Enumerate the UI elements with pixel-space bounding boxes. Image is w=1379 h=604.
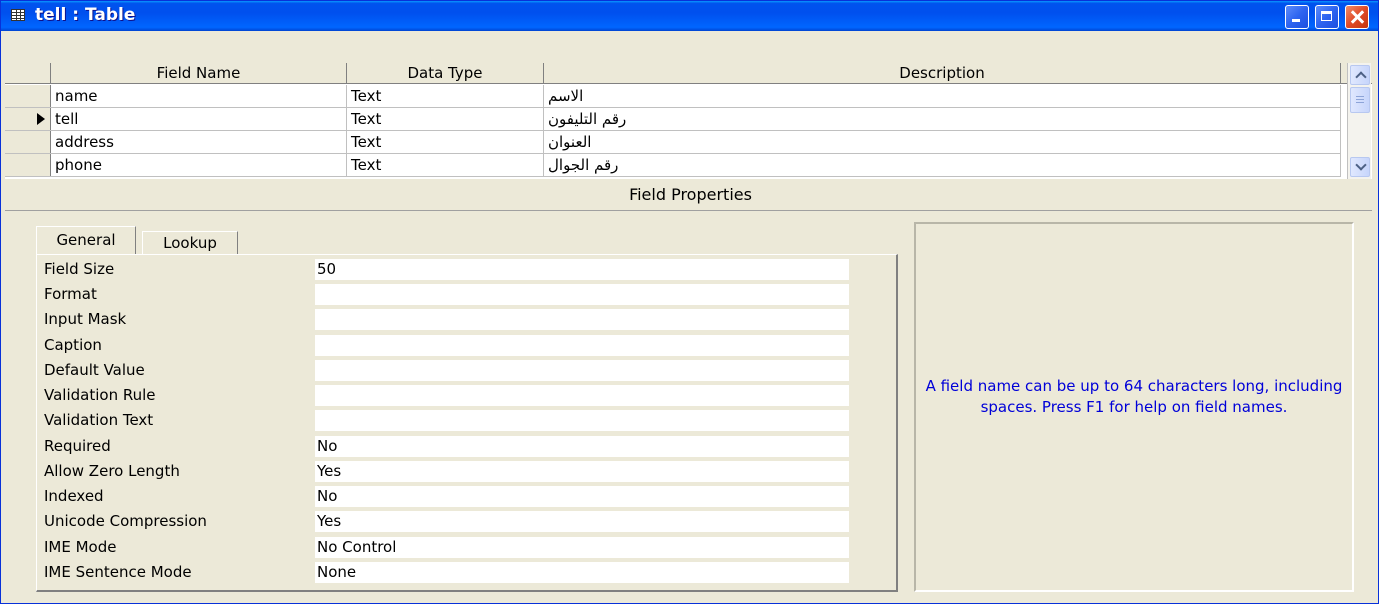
description-cell[interactable]: رقم الجوال xyxy=(544,154,1341,176)
data-type-cell[interactable]: Text xyxy=(347,85,544,107)
column-header-field-name[interactable]: Field Name xyxy=(51,63,347,83)
current-record-icon xyxy=(37,113,45,125)
table-icon xyxy=(11,9,25,21)
data-type-cell[interactable]: Text xyxy=(347,108,544,130)
column-header-data-type[interactable]: Data Type xyxy=(347,63,544,83)
property-label: Validation Text xyxy=(44,411,154,429)
vertical-scrollbar[interactable] xyxy=(1347,63,1371,179)
unicode-compression-input[interactable]: Yes xyxy=(315,511,849,532)
field-name-cell[interactable]: phone xyxy=(51,154,347,176)
property-label: Input Mask xyxy=(44,310,127,328)
property-label: Caption xyxy=(44,336,102,354)
validation-text-input[interactable] xyxy=(315,410,849,431)
field-size-input[interactable]: 50 xyxy=(315,259,849,280)
grid-header: Field Name Data Type Description xyxy=(5,63,1372,84)
property-label: Indexed xyxy=(44,487,104,505)
table-row[interactable]: phone Text رقم الجوال xyxy=(5,154,1341,177)
description-text: العنوان xyxy=(548,133,592,151)
row-selector[interactable] xyxy=(5,131,51,153)
tab-general[interactable]: General xyxy=(36,226,136,254)
data-type-cell[interactable]: Text xyxy=(347,154,544,176)
scroll-thumb[interactable] xyxy=(1350,87,1370,113)
column-header-description[interactable]: Description xyxy=(544,63,1341,83)
property-label: Required xyxy=(44,437,111,455)
description-cell[interactable]: الاسم xyxy=(544,85,1341,107)
default-value-input[interactable] xyxy=(315,360,849,381)
ime-sentence-mode-input[interactable]: None xyxy=(315,562,849,583)
scroll-up-button[interactable] xyxy=(1350,65,1370,85)
description-cell[interactable]: العنوان xyxy=(544,131,1341,153)
description-text: رقم التليفون xyxy=(548,110,627,128)
window-title: tell : Table xyxy=(35,5,136,25)
ime-mode-input[interactable]: No Control xyxy=(315,537,849,558)
scroll-down-button[interactable] xyxy=(1350,157,1370,177)
validation-rule-input[interactable] xyxy=(315,385,849,406)
chevron-up-icon xyxy=(1355,71,1367,83)
property-label: Format xyxy=(44,285,97,303)
property-label: Validation Rule xyxy=(44,386,156,404)
tab-lookup[interactable]: Lookup xyxy=(142,231,238,255)
description-cell[interactable]: رقم التليفون xyxy=(544,108,1341,130)
help-text: A field name can be up to 64 characters … xyxy=(925,377,1343,416)
indexed-input[interactable]: No xyxy=(315,486,849,507)
table-row[interactable]: name Text الاسم xyxy=(5,85,1341,108)
format-input[interactable] xyxy=(315,284,849,305)
header-selector-corner xyxy=(5,63,51,83)
description-text: رقم الجوال xyxy=(548,156,619,174)
field-name-cell[interactable]: name xyxy=(51,85,347,107)
property-label: IME Sentence Mode xyxy=(44,563,192,581)
property-label: Allow Zero Length xyxy=(44,462,180,480)
row-selector[interactable] xyxy=(5,108,51,130)
minimize-button[interactable] xyxy=(1285,5,1309,29)
input-mask-input[interactable] xyxy=(315,309,849,330)
caption-input[interactable] xyxy=(315,335,849,356)
description-text: الاسم xyxy=(548,87,584,105)
close-button[interactable] xyxy=(1345,5,1369,29)
data-type-cell[interactable]: Text xyxy=(347,131,544,153)
required-input[interactable]: No xyxy=(315,436,849,457)
field-name-cell[interactable]: address xyxy=(51,131,347,153)
row-selector[interactable] xyxy=(5,154,51,176)
title-bar[interactable]: tell : Table xyxy=(1,1,1378,31)
field-name-cell[interactable]: tell xyxy=(51,108,347,130)
row-selector[interactable] xyxy=(5,85,51,107)
property-label: IME Mode xyxy=(44,538,117,556)
property-label: Default Value xyxy=(44,361,145,379)
table-design-window: tell : Table Field Name Data Type Descri… xyxy=(0,0,1379,604)
allow-zero-length-input[interactable]: Yes xyxy=(315,461,849,482)
field-properties-title: Field Properties xyxy=(629,185,752,204)
maximize-button[interactable] xyxy=(1315,5,1339,29)
property-label: Unicode Compression xyxy=(44,512,207,530)
divider xyxy=(5,210,1372,211)
table-row[interactable]: tell Text رقم التليفون xyxy=(5,108,1341,131)
chevron-down-icon xyxy=(1355,159,1367,171)
table-row[interactable]: address Text العنوان xyxy=(5,131,1341,154)
property-label: Field Size xyxy=(44,260,115,278)
